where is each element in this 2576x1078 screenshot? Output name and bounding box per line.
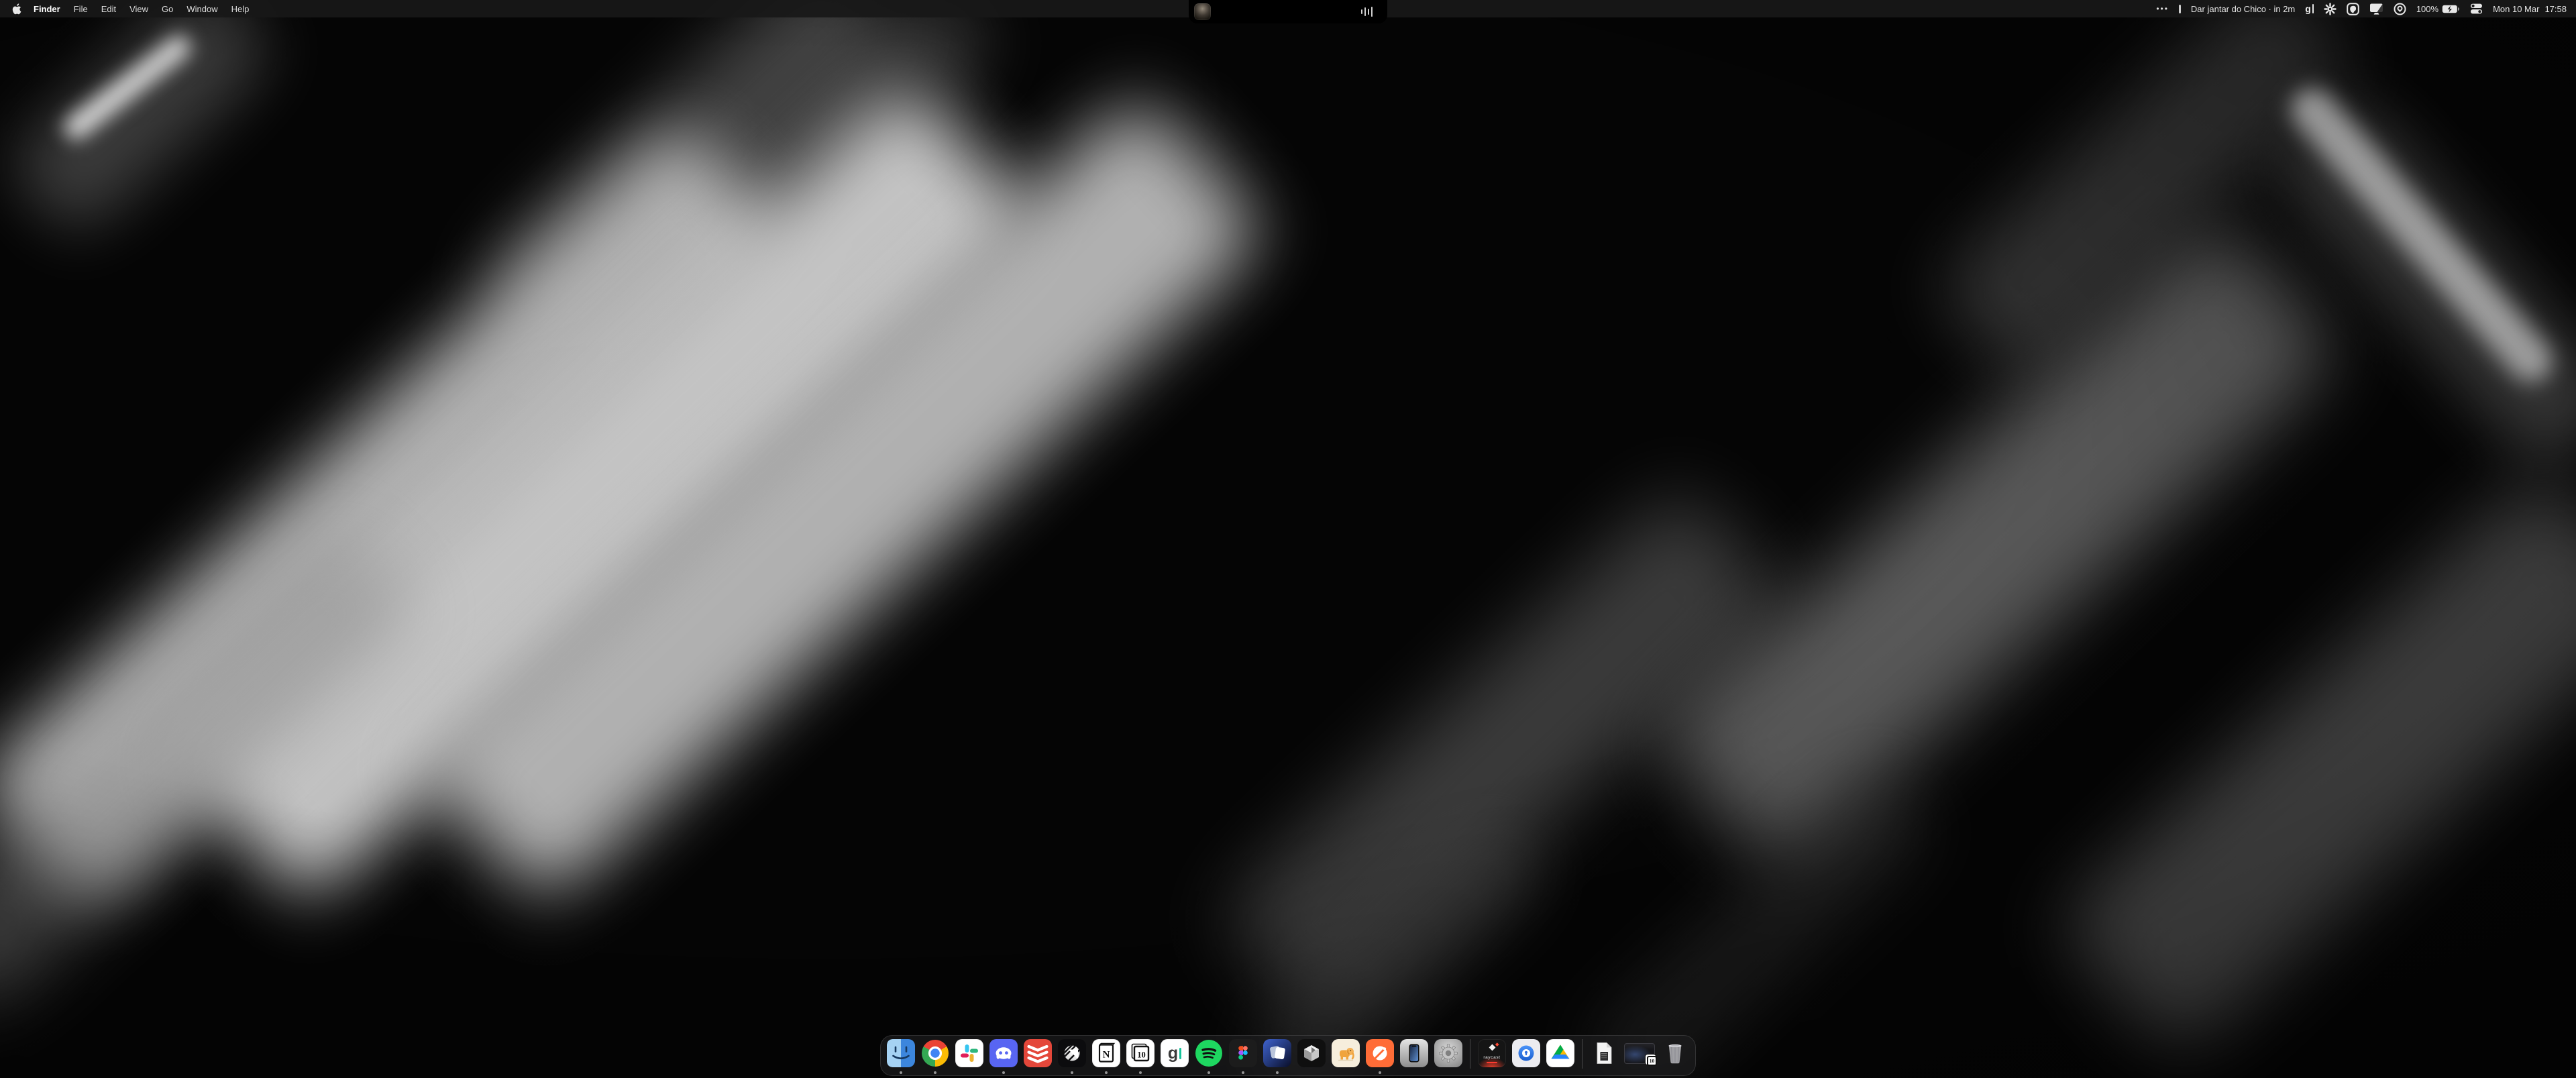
clock-time: 17:58 xyxy=(2544,4,2567,14)
dock-icon-raycast[interactable]: raycast xyxy=(1478,1039,1506,1067)
running-indicator xyxy=(1105,1071,1108,1074)
running-indicator xyxy=(934,1071,936,1074)
dock-icon-cube-3d-app[interactable] xyxy=(1297,1039,1326,1067)
dock: N 10 g xyxy=(880,1035,1696,1076)
dock-icon-spotify[interactable] xyxy=(1195,1039,1223,1067)
menu-item-file[interactable]: File xyxy=(74,4,88,14)
dock-minimized-window[interactable]: 10 xyxy=(1624,1043,1655,1064)
dock-icon-trash[interactable] xyxy=(1661,1039,1689,1067)
menu-item-view[interactable]: View xyxy=(129,4,148,14)
dock-icon-system-settings[interactable] xyxy=(1434,1039,1462,1067)
menu-item-window[interactable]: Window xyxy=(186,4,217,14)
minimized-window-app-badge: 10 xyxy=(1647,1056,1657,1066)
dock-icon-document-file[interactable] xyxy=(1590,1039,1618,1067)
apple-logo-icon xyxy=(12,3,21,15)
apple-menu[interactable] xyxy=(12,3,21,15)
dock-icon-one-password[interactable] xyxy=(1512,1039,1540,1067)
album-art[interactable] xyxy=(1194,3,1211,20)
svg-text:10: 10 xyxy=(1137,1050,1146,1060)
battery-status[interactable]: 100% xyxy=(2416,4,2460,14)
one-password-icon[interactable] xyxy=(2394,3,2406,15)
flower-settings-icon[interactable] xyxy=(2324,3,2337,15)
reminder-menu-item[interactable]: Dar jantar do Chico · in 2m xyxy=(2191,4,2295,14)
menu-active-app[interactable]: Finder xyxy=(34,4,60,14)
battery-percent-label: 100% xyxy=(2416,4,2438,14)
display-icon[interactable] xyxy=(2369,3,2383,15)
menu-item-edit[interactable]: Edit xyxy=(101,4,116,14)
dock-icon-notion[interactable]: N xyxy=(1092,1039,1120,1067)
hidden-items-overflow-icon[interactable]: ••• xyxy=(2156,4,2169,13)
wallpaper-shape xyxy=(2052,468,2576,1063)
running-indicator xyxy=(1379,1071,1381,1074)
reminder-category-bar xyxy=(2179,5,2181,13)
dock-icon-grammarly[interactable]: g xyxy=(1161,1039,1189,1067)
notch-music-player[interactable] xyxy=(1189,0,1387,23)
running-indicator xyxy=(1002,1071,1005,1074)
dock-icon-linear[interactable] xyxy=(1058,1039,1086,1067)
dock-icon-slack[interactable] xyxy=(955,1039,983,1067)
menu-bar-status-area: ••• Dar jantar do Chico · in 2m g xyxy=(2156,3,2567,15)
menu-bar-clock[interactable]: Mon 10 Mar 17:58 xyxy=(2493,4,2567,14)
menu-item-go[interactable]: Go xyxy=(162,4,173,14)
chrome-icon xyxy=(922,1040,949,1067)
dock-icon-postman[interactable] xyxy=(1366,1039,1394,1067)
running-indicator xyxy=(1208,1071,1210,1074)
battery-charging-icon xyxy=(2442,5,2460,13)
dock-icon-notion-calendar[interactable]: 10 xyxy=(1126,1039,1155,1067)
audio-visualizer-icon xyxy=(1361,7,1373,17)
clock-date: Mon 10 Mar xyxy=(2493,4,2539,14)
desktop-wallpaper xyxy=(0,0,2576,1078)
running-indicator xyxy=(900,1071,902,1074)
running-indicator xyxy=(1071,1071,1073,1074)
dock-icon-ios-simulator[interactable] xyxy=(1400,1039,1428,1067)
menu-bar-left: Finder File Edit View Go Window Help xyxy=(12,3,249,15)
dock-icon-discord[interactable] xyxy=(989,1039,1018,1067)
dock-icon-postico-elephant[interactable] xyxy=(1332,1039,1360,1067)
running-indicator xyxy=(1139,1071,1142,1074)
wallpaper-shape xyxy=(2269,87,2576,476)
dock-icon-finder[interactable] xyxy=(887,1039,915,1067)
running-indicator xyxy=(1242,1071,1244,1074)
svg-text:N: N xyxy=(1103,1050,1110,1061)
grammarly-icon[interactable]: g xyxy=(2305,4,2314,13)
menu-item-help[interactable]: Help xyxy=(231,4,250,14)
dock-icon-google-drive[interactable] xyxy=(1546,1039,1574,1067)
dock-icon-google-chrome[interactable] xyxy=(921,1039,949,1067)
raycast-label: raycast xyxy=(1478,1055,1506,1060)
running-indicator xyxy=(1276,1071,1279,1074)
dock-icon-figma[interactable] xyxy=(1229,1039,1257,1067)
wallpaper-shape xyxy=(0,0,283,245)
control-center-icon[interactable] xyxy=(2470,3,2483,15)
dock-icon-todoist[interactable] xyxy=(1024,1039,1052,1067)
dock-icon-blue-windows-app[interactable] xyxy=(1263,1039,1291,1067)
raycast-diamond-icon xyxy=(1489,1044,1496,1051)
badge-blob-icon[interactable] xyxy=(2347,3,2359,15)
